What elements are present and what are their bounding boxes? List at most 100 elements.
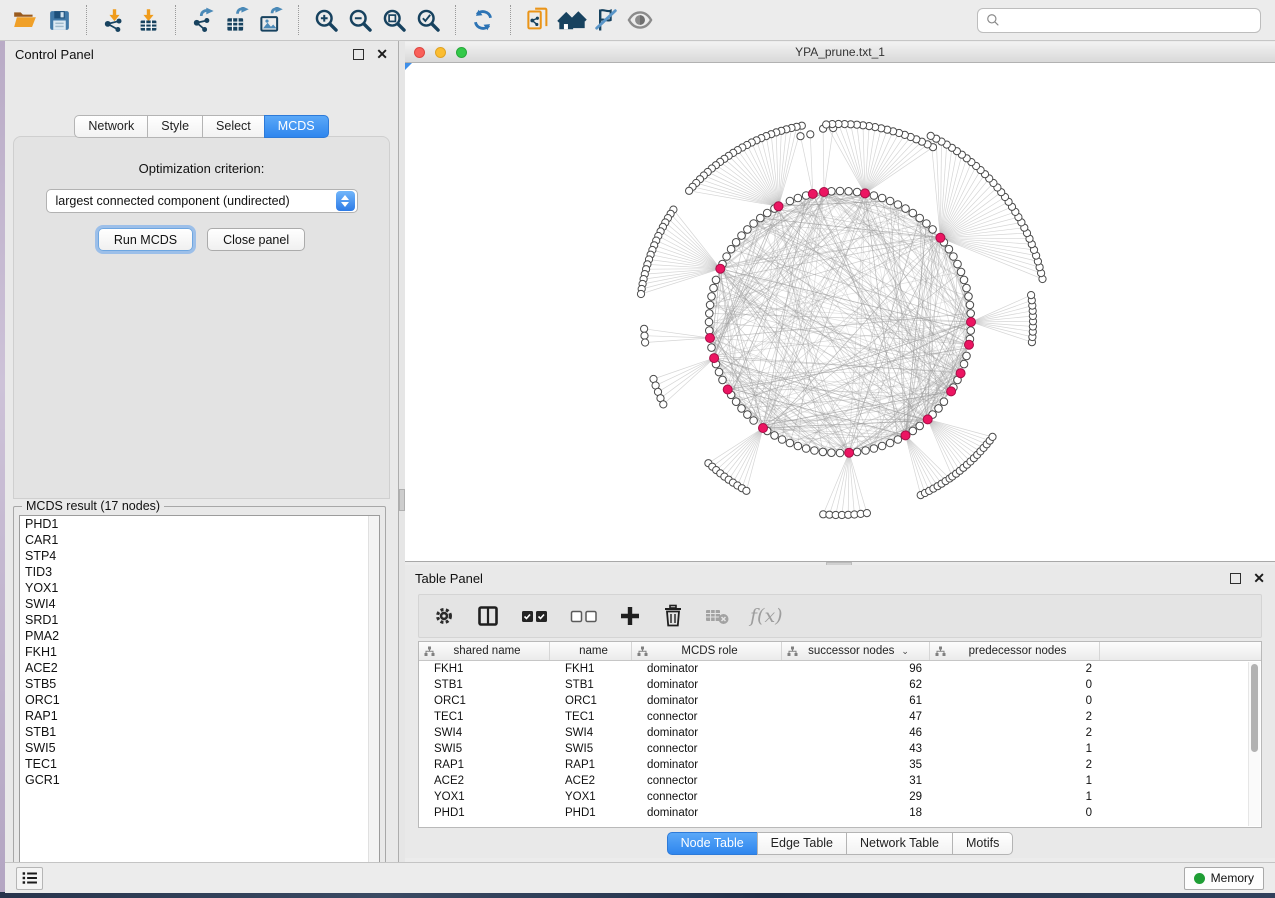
mcds-result-item[interactable]: ORC1 [20, 692, 379, 708]
memory-label: Memory [1211, 871, 1254, 885]
tab-node-table[interactable]: Node Table [667, 832, 757, 855]
zoom-in-button[interactable] [309, 3, 343, 37]
delete-column-button[interactable] [662, 604, 684, 628]
import-table-button[interactable] [131, 3, 165, 37]
column-header-MCDS-role[interactable]: MCDS role [632, 642, 782, 660]
table-row[interactable]: STB1STB1dominator620 [419, 677, 1261, 693]
table-row[interactable]: SWI4SWI4dominator462 [419, 725, 1261, 741]
plus-icon [619, 605, 641, 627]
table-row[interactable]: RAP1RAP1dominator352 [419, 757, 1261, 773]
mcds-result-item[interactable]: FKH1 [20, 644, 379, 660]
network-title: YPA_prune.txt_1 [405, 45, 1275, 59]
table-cell: dominator [632, 677, 782, 693]
mcds-result-item[interactable]: PHD1 [20, 516, 379, 532]
import-network-button[interactable] [97, 3, 131, 37]
tab-network-table[interactable]: Network Table [846, 832, 952, 855]
network-canvas[interactable] [405, 63, 1275, 561]
optimization-criterion-dropdown[interactable]: largest connected component (undirected) [46, 189, 358, 213]
export-network-button[interactable] [186, 3, 220, 37]
table-settings-button[interactable] [433, 605, 455, 627]
table-cell: 2 [930, 709, 1100, 725]
table-cell: 61 [782, 693, 930, 709]
close-icon[interactable]: ✕ [1253, 573, 1265, 584]
search-box[interactable] [977, 8, 1261, 33]
tab-select[interactable]: Select [202, 115, 264, 138]
save-session-button[interactable] [42, 3, 76, 37]
export-table-icon [224, 7, 251, 34]
table-scrollbar[interactable] [1248, 662, 1260, 826]
mcds-result-item[interactable]: TID3 [20, 564, 379, 580]
mcds-result-item[interactable]: STB1 [20, 724, 379, 740]
mcds-result-item[interactable]: STP4 [20, 548, 379, 564]
column-header-name[interactable]: name [550, 642, 632, 660]
mcds-result-item[interactable]: SWI4 [20, 596, 379, 612]
memory-button[interactable]: Memory [1184, 867, 1264, 890]
mcds-result-item[interactable]: PMA2 [20, 628, 379, 644]
export-network-icon [190, 7, 217, 34]
network-overview-button[interactable] [555, 3, 589, 37]
zoom-out-button[interactable] [343, 3, 377, 37]
mcds-result-item[interactable]: TEC1 [20, 756, 379, 772]
mcds-result-item[interactable]: STB5 [20, 676, 379, 692]
mcds-result-item[interactable]: SRD1 [20, 612, 379, 628]
table-row[interactable]: ORC1ORC1dominator610 [419, 693, 1261, 709]
mcds-result-item[interactable]: CAR1 [20, 532, 379, 548]
mcds-result-item[interactable]: GCR1 [20, 772, 379, 788]
table-row[interactable]: PHD1PHD1dominator180 [419, 805, 1261, 821]
table-cell: ORC1 [550, 693, 632, 709]
mcds-result-item[interactable]: YOX1 [20, 580, 379, 596]
close-panel-button[interactable]: Close panel [207, 228, 305, 251]
mcds-result-item[interactable]: RAP1 [20, 708, 379, 724]
select-all-button[interactable] [521, 608, 549, 624]
table-scrollbar-thumb[interactable] [1251, 664, 1258, 752]
export-table-button[interactable] [220, 3, 254, 37]
table-cell: 31 [782, 773, 930, 789]
table-cell: PHD1 [550, 805, 632, 821]
zoom-selected-button[interactable] [411, 3, 445, 37]
toolbar-separator [298, 5, 299, 35]
export-image-button[interactable] [254, 3, 288, 37]
table-cell: 62 [782, 677, 930, 693]
table-row[interactable]: ACE2ACE2connector311 [419, 773, 1261, 789]
panel-menu-button[interactable] [16, 867, 43, 890]
search-input[interactable] [1006, 13, 1252, 27]
table-cell: STB1 [550, 677, 632, 693]
column-header-predecessor-nodes[interactable]: predecessor nodes [930, 642, 1100, 660]
column-header-shared-name[interactable]: shared name [419, 642, 550, 660]
mcds-result-item[interactable]: ACE2 [20, 660, 379, 676]
table-cell: 0 [930, 693, 1100, 709]
close-icon[interactable]: ✕ [376, 49, 388, 60]
refresh-button[interactable] [466, 3, 500, 37]
add-column-button[interactable] [619, 605, 641, 627]
table-row[interactable]: SWI5SWI5connector431 [419, 741, 1261, 757]
table-row[interactable]: FKH1FKH1dominator962 [419, 661, 1261, 677]
graphics-details-button[interactable] [589, 3, 623, 37]
mcds-result-list[interactable]: PHD1CAR1STP4TID3YOX1SWI4SRD1PMA2FKH1ACE2… [19, 515, 380, 872]
show-hide-button[interactable] [623, 3, 657, 37]
table-row[interactable]: TEC1TEC1connector472 [419, 709, 1261, 725]
table-tabs: Node Table Edge Table Network Table Moti… [405, 832, 1275, 855]
show-columns-button[interactable] [476, 604, 500, 628]
tab-network[interactable]: Network [74, 115, 147, 138]
table-cell: SWI4 [419, 725, 550, 741]
gear-icon [433, 605, 455, 627]
deselect-all-button[interactable] [570, 608, 598, 624]
run-mcds-button[interactable]: Run MCDS [98, 228, 193, 251]
mcds-result-item[interactable]: SWI5 [20, 740, 379, 756]
network-titlebar[interactable]: YPA_prune.txt_1 [405, 42, 1275, 63]
float-window-icon[interactable] [353, 49, 364, 60]
flag-slash-icon [592, 6, 620, 34]
tab-mcds[interactable]: MCDS [264, 115, 329, 138]
tab-motifs[interactable]: Motifs [952, 832, 1013, 855]
tab-edge-table[interactable]: Edge Table [757, 832, 846, 855]
tab-style[interactable]: Style [147, 115, 202, 138]
table-cell: ACE2 [550, 773, 632, 789]
network-graph[interactable] [405, 63, 1275, 562]
duplicate-network-button[interactable] [521, 3, 555, 37]
float-window-icon[interactable] [1230, 573, 1241, 584]
zoom-fit-button[interactable] [377, 3, 411, 37]
open-folder-button[interactable] [8, 3, 42, 37]
column-header-successor-nodes[interactable]: successor nodes⌄ [782, 642, 930, 660]
table-row[interactable]: YOX1YOX1connector291 [419, 789, 1261, 805]
mcds-list-scrollbar[interactable] [368, 516, 379, 871]
